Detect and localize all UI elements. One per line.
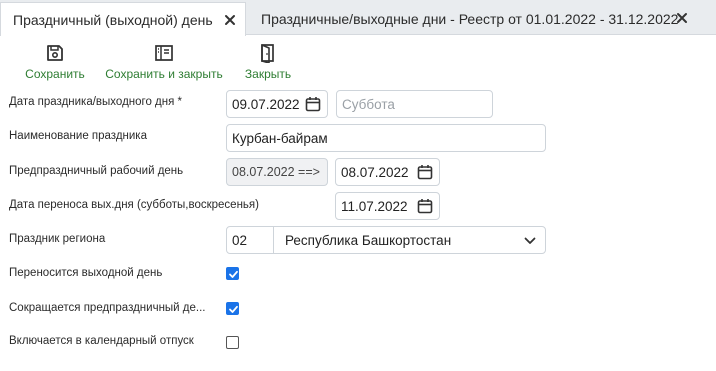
tab-holiday-day[interactable]: Праздничный (выходной) день [0, 2, 246, 36]
close-label: Закрыть [244, 67, 292, 81]
checkmark-icon [229, 270, 238, 278]
save-label: Сохранить [25, 67, 85, 81]
tab-bar: Праздничный (выходной) день Праздничные/… [0, 0, 716, 36]
included-vacation-label: Включается в календарный отпуск [9, 335, 194, 347]
save-button[interactable]: Сохранить [24, 36, 86, 81]
region-name: Республика Башкортостан [285, 232, 452, 248]
pre-holiday-date-input[interactable]: 08.07.2022 [335, 158, 440, 186]
close-icon[interactable] [675, 11, 689, 25]
pre-holiday-label: Предпраздничный рабочий день [9, 165, 184, 177]
close-button[interactable]: Закрыть [243, 36, 293, 81]
transfer-day-off-label: Переносится выходной день [9, 267, 163, 279]
floppy-disk-icon [45, 41, 65, 65]
shortened-pre-holiday-label: Сокращается предпраздничный де... [9, 302, 206, 314]
holiday-name-label: Наименование праздника [9, 130, 147, 142]
pre-holiday-date-value: 08.07.2022 [341, 164, 409, 180]
region-select[interactable]: 02 Республика Башкортостан [226, 226, 546, 254]
close-icon[interactable] [223, 13, 237, 27]
transfer-date-value: 11.07.2022 [341, 198, 408, 214]
weekday-placeholder: Суббота [342, 96, 395, 112]
shortened-pre-holiday-checkbox[interactable] [226, 302, 239, 315]
calendar-icon[interactable] [417, 198, 433, 214]
tab-holiday-registry[interactable]: Праздничные/выходные дни - Реестр от 01.… [247, 2, 702, 35]
door-exit-icon [258, 41, 278, 65]
save-and-close-button[interactable]: Сохранить и закрыть [104, 36, 224, 81]
region-code: 02 [232, 232, 248, 248]
transfer-date-input[interactable]: 11.07.2022 [335, 192, 440, 220]
chevron-down-icon[interactable] [524, 235, 536, 247]
toolbar: Сохранить Сохранить и закрыть Закрыть [0, 36, 716, 84]
pre-holiday-source-value: 08.07.2022 ==> [232, 165, 320, 179]
calendar-icon[interactable] [305, 96, 321, 112]
holiday-name-value: Курбан-байрам [232, 130, 328, 146]
weekday-field: Суббота [336, 90, 493, 118]
save-and-close-label: Сохранить и закрыть [105, 67, 223, 81]
calendar-icon[interactable] [417, 164, 433, 180]
tab-label: Праздничный (выходной) день [13, 11, 213, 28]
region-label: Праздник региона [9, 233, 106, 245]
tab-label: Праздничные/выходные дни - Реестр от 01.… [261, 10, 679, 27]
checkmark-icon [229, 305, 238, 313]
transfer-day-off-checkbox[interactable] [226, 267, 239, 280]
transfer-date-label: Дата переноса вых.дня (субботы,воскресен… [9, 199, 259, 211]
save-and-close-icon [154, 41, 174, 65]
holiday-date-input[interactable]: 09.07.2022 [226, 90, 328, 118]
holiday-date-value: 09.07.2022 [232, 96, 300, 112]
holiday-date-label: Дата праздника/выходного дня * [9, 96, 183, 108]
included-vacation-checkbox[interactable] [226, 336, 239, 349]
region-separator [273, 227, 274, 253]
pre-holiday-source-field: 08.07.2022 ==> [226, 158, 328, 186]
holiday-name-input[interactable]: Курбан-байрам [226, 124, 546, 152]
